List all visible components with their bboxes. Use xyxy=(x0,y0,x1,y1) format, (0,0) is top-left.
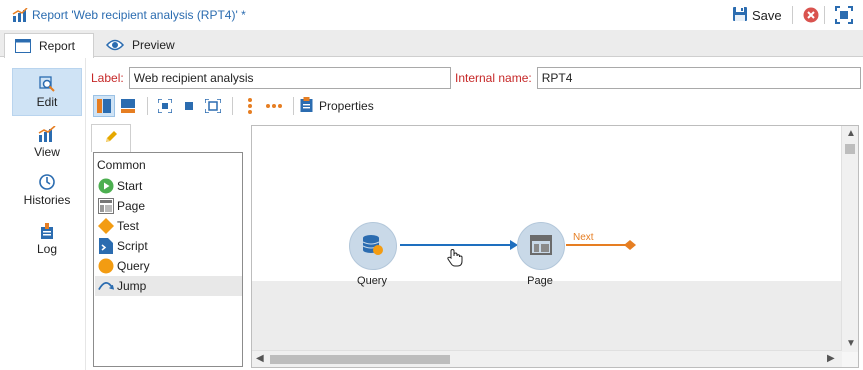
page-layout-icon xyxy=(98,198,114,214)
horizontal-dots-icon[interactable] xyxy=(263,95,285,117)
internal-name-input[interactable] xyxy=(536,67,861,89)
zoom-actual-icon[interactable] xyxy=(178,95,200,117)
toolbar-separator xyxy=(147,97,148,115)
nav-label: Histories xyxy=(23,193,71,207)
query-node-label: Query xyxy=(357,275,387,287)
tab-report[interactable]: Report xyxy=(4,33,94,58)
layout-horizontal-icon[interactable] xyxy=(117,95,139,117)
clipboard-icon xyxy=(300,97,313,115)
palette-item-query[interactable]: Query xyxy=(95,256,242,276)
zoom-fit-icon[interactable] xyxy=(154,95,176,117)
scroll-left-icon[interactable]: ◀ xyxy=(256,353,264,364)
page-node[interactable] xyxy=(517,222,565,270)
nav-item-view[interactable]: View xyxy=(12,118,82,166)
palette-item-page[interactable]: Page xyxy=(95,196,242,216)
nav-label: Log xyxy=(36,242,58,256)
form-icon xyxy=(15,39,31,53)
vertical-dots-icon[interactable] xyxy=(239,95,261,117)
scroll-right-icon[interactable]: ▶ xyxy=(827,353,835,364)
vertical-scrollbar[interactable]: ▲ ▼ xyxy=(841,126,858,352)
page-node-label: Page xyxy=(527,275,553,287)
palette-tab[interactable] xyxy=(91,124,131,152)
left-nav: Edit View Histories Log xyxy=(0,58,86,370)
palette-item-start[interactable]: Start xyxy=(95,176,242,196)
horizontal-scrollbar[interactable]: ◀ ▶ xyxy=(252,350,842,367)
palette-item-jump[interactable]: Jump xyxy=(95,276,242,296)
zoom-selection-icon[interactable] xyxy=(202,95,224,117)
palette-item-label: Script xyxy=(117,239,148,253)
internal-name-field-row: Internal name: xyxy=(455,67,861,89)
nav-label: Edit xyxy=(36,95,58,109)
query-node[interactable] xyxy=(349,222,397,270)
diagram-toolbar: Properties xyxy=(93,93,374,119)
close-icon[interactable] xyxy=(803,7,819,26)
save-button[interactable]: Save xyxy=(732,5,782,25)
activity-palette: Common Start Page Test Script Query Jump xyxy=(93,152,243,367)
palette-item-label: Test xyxy=(117,219,140,233)
toolbar-separator xyxy=(293,97,294,115)
workflow-canvas[interactable]: Query Page Next ▲ ▼ ◀ ▶ xyxy=(251,125,859,368)
tab-label: Preview xyxy=(132,38,175,52)
internal-name-caption: Internal name: xyxy=(455,71,532,85)
window-title: Report 'Web recipient analysis (RPT4)' * xyxy=(32,8,246,22)
vertical-scroll-thumb[interactable] xyxy=(845,144,855,154)
label-input[interactable] xyxy=(128,67,451,89)
palette-item-script[interactable]: Script xyxy=(95,236,242,256)
next-transition-label: Next xyxy=(573,232,594,243)
tab-bar: Report Preview xyxy=(0,30,863,58)
toolbar-separator xyxy=(232,97,233,115)
palette-item-label: Jump xyxy=(117,279,147,293)
scroll-up-icon[interactable]: ▲ xyxy=(846,128,856,139)
start-play-icon xyxy=(98,178,114,194)
toolbar-separator xyxy=(824,6,825,24)
nav-item-histories[interactable]: Histories xyxy=(12,166,82,214)
clock-icon xyxy=(39,173,55,191)
magnifier-edit-icon xyxy=(39,75,55,93)
floppy-disk-icon xyxy=(732,6,748,25)
nav-item-log[interactable]: Log xyxy=(12,215,82,263)
properties-label: Properties xyxy=(319,99,374,113)
palette-item-label: Page xyxy=(117,199,146,213)
log-icon xyxy=(40,222,54,240)
database-icon xyxy=(361,233,385,260)
script-file-icon xyxy=(98,238,114,254)
next-transition-end[interactable] xyxy=(624,240,636,250)
toolbar-separator xyxy=(792,6,793,24)
query-circle-icon xyxy=(98,258,114,274)
palette-group-title: Common xyxy=(97,158,146,172)
label-field-row: Label: xyxy=(91,67,451,89)
fullscreen-icon[interactable] xyxy=(835,6,853,27)
tab-label: Report xyxy=(39,39,76,53)
palette-item-label: Start xyxy=(117,179,143,193)
test-diamond-icon xyxy=(98,218,114,234)
jump-arrow-icon xyxy=(98,278,114,294)
eye-icon xyxy=(106,39,124,51)
page-layout-icon xyxy=(530,234,552,258)
label-caption: Label: xyxy=(91,71,124,85)
tab-preview[interactable]: Preview xyxy=(96,33,184,57)
report-chart-icon xyxy=(12,7,28,25)
nav-item-edit[interactable]: Edit xyxy=(12,68,82,116)
hand-cursor-icon xyxy=(447,248,463,270)
palette-item-label: Query xyxy=(117,259,150,273)
properties-button[interactable]: Properties xyxy=(300,97,374,115)
pencil-icon xyxy=(104,130,118,147)
scroll-down-icon[interactable]: ▼ xyxy=(846,338,856,349)
horizontal-scroll-thumb[interactable] xyxy=(270,355,450,364)
layout-vertical-icon[interactable] xyxy=(93,95,115,117)
title-bar: Report 'Web recipient analysis (RPT4)' *… xyxy=(0,0,863,30)
nav-label: View xyxy=(34,145,60,159)
save-label: Save xyxy=(752,7,782,23)
palette-item-test[interactable]: Test xyxy=(95,216,242,236)
chart-icon xyxy=(38,125,56,143)
